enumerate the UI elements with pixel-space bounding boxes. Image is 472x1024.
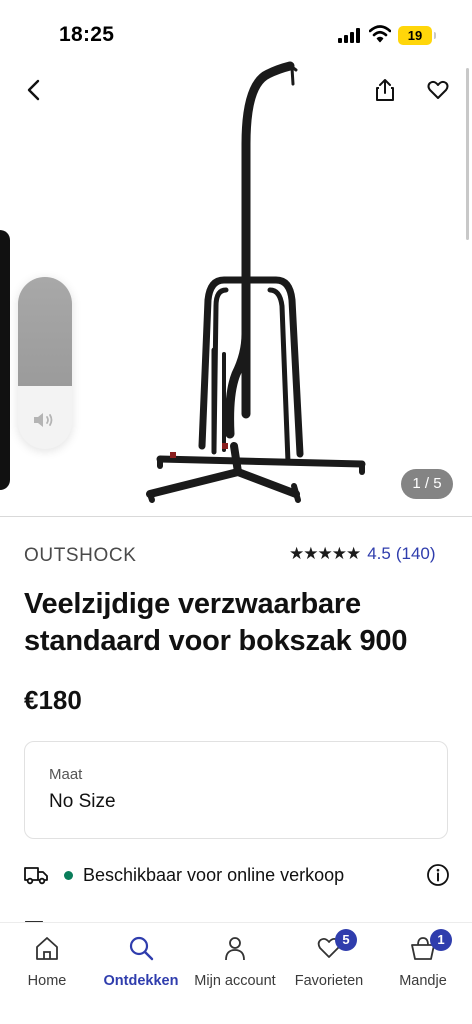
size-selector[interactable]: Maat No Size [24,741,448,839]
availability-status-dot [64,870,73,880]
tab-favorieten-label: Favorieten [294,973,364,989]
tab-mijn-account-label: Mijn account [194,973,276,989]
image-counter: 1 / 5 [401,469,453,499]
search-icon [129,936,154,961]
volume-slider[interactable] [18,277,72,449]
wifi-icon [369,25,391,43]
basket-count-badge: 1 [430,929,452,951]
product-image [146,61,366,503]
tab-home-label: Home [27,973,67,989]
home-icon [36,937,58,960]
favorites-count-badge: 5 [335,929,357,951]
person-icon [225,937,245,961]
scroll-indicator [466,68,469,240]
rating-count: (140) [395,544,436,563]
heart-icon [427,80,449,99]
rating-stars-icon: ★★★★★ [289,544,361,563]
tab-home[interactable]: Home [0,931,94,991]
bottom-tab-bar: Home Ontdekken Mijn account 5 Favorieten… [0,922,472,1024]
info-icon[interactable] [426,863,450,887]
size-value: No Size [49,791,116,812]
status-time: 18:25 [59,23,115,46]
tab-ontdekken[interactable]: Ontdekken [94,931,188,991]
status-bar: 18:25 19 [0,0,472,62]
share-icon [376,79,394,101]
speaker-icon [34,413,53,427]
availability-row: Beschikbaar voor online verkoop [24,860,450,890]
tab-mandje[interactable]: 1 Mandje [376,929,470,991]
tab-mijn-account[interactable]: Mijn account [188,931,282,991]
product-image-gallery[interactable]: 1 / 5 [0,0,472,517]
brand-name[interactable]: OUTSHOCK [24,545,136,567]
back-button[interactable] [16,72,52,108]
tab-ontdekken-label: Ontdekken [103,973,179,989]
product-title: Veelzijdige verzwaarbare standaard voor … [24,588,408,657]
divider [0,516,472,517]
chevron-left-icon [27,79,40,101]
size-label: Maat [49,766,83,783]
share-button[interactable] [367,72,403,108]
delivery-truck-icon [24,867,48,885]
rating-value: 4.5 [367,544,391,563]
product-price: €180 [24,685,82,715]
product-rating[interactable]: ★★★★★ 4.5 (140) [289,544,436,564]
cellular-signal-icon [338,28,360,43]
battery-icon: 19 [398,26,436,45]
availability-text: Beschikbaar voor online verkoop [83,864,345,885]
tab-mandje-label: Mandje [399,973,447,989]
tab-favorieten[interactable]: 5 Favorieten [282,929,376,991]
favorite-button[interactable] [420,72,456,108]
previous-image-peek [0,230,10,490]
volume-level [18,277,72,386]
